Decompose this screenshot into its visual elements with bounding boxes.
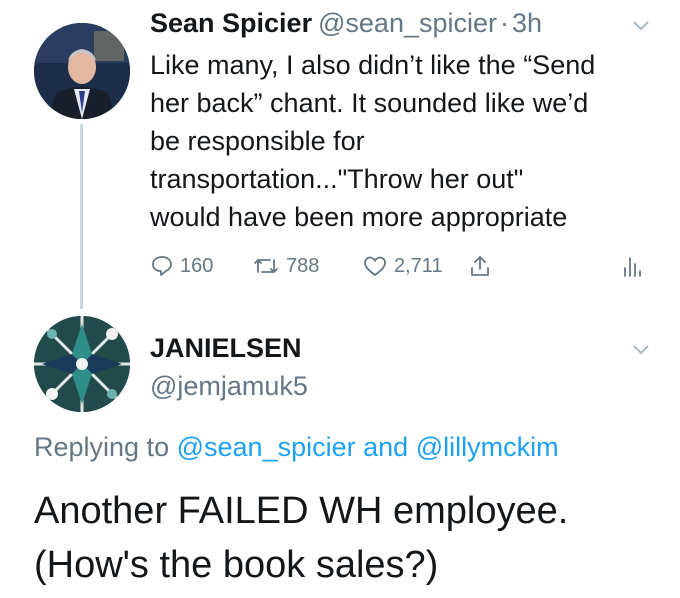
reply-button[interactable]: 160 [150, 254, 213, 278]
analytics-button[interactable] [622, 254, 642, 278]
meta-separator: · [500, 8, 509, 38]
tweet-text-line: transportation..."Throw her out" [150, 164, 524, 194]
share-icon [468, 254, 492, 278]
tweet-timestamp[interactable]: 3h [512, 8, 542, 39]
retweet-icon [252, 254, 280, 278]
share-button[interactable] [468, 254, 492, 278]
tweet-text-line: her back” chant. It sounded like we’d [150, 88, 589, 118]
retweet-count: 788 [286, 254, 320, 277]
mention-link[interactable]: @lillymckim [416, 432, 559, 462]
chevron-down-icon[interactable] [632, 12, 650, 38]
reply-author-handle[interactable]: @jemjamuk5 [150, 371, 308, 402]
sean-spicier-avatar[interactable] [34, 23, 130, 119]
replying-prefix: Replying to [34, 432, 170, 462]
chevron-down-icon[interactable] [632, 336, 650, 362]
heart-icon [362, 254, 388, 278]
reply-text-line: (How's the book sales?) [34, 544, 439, 586]
tweet-text-line: Like many, I also didn’t like the “Send [150, 50, 596, 80]
tweet-action-bar: 160 788 2,711 [0, 254, 680, 286]
reply-count: 160 [180, 254, 214, 277]
reply-icon [150, 254, 174, 278]
like-button[interactable]: 2,711 [362, 254, 443, 278]
author-handle[interactable]: @sean_spicier [318, 8, 497, 39]
author-name[interactable]: Sean Spicier [150, 8, 312, 39]
like-count: 2,711 [394, 254, 443, 277]
tweet-text-line: be responsible for [150, 126, 365, 156]
mention-link[interactable]: @sean_spicier [177, 432, 356, 462]
reply-author-name[interactable]: JANIELSEN [150, 333, 302, 364]
tweet-text-line: would have been more appropriate [150, 202, 568, 232]
analytics-icon [622, 254, 642, 278]
conjunction: and [363, 432, 409, 462]
reply-text-line: Another FAILED WH employee. [34, 490, 569, 532]
reply-text: Another FAILED WH employee. (How's the b… [34, 484, 568, 592]
retweet-button[interactable]: 788 [252, 254, 319, 278]
janielsen-avatar[interactable] [34, 316, 130, 412]
replying-to-line: Replying to @sean_spicier and @lillymcki… [34, 432, 559, 463]
tweet-text: Like many, I also didn’t like the “Send … [150, 46, 650, 236]
